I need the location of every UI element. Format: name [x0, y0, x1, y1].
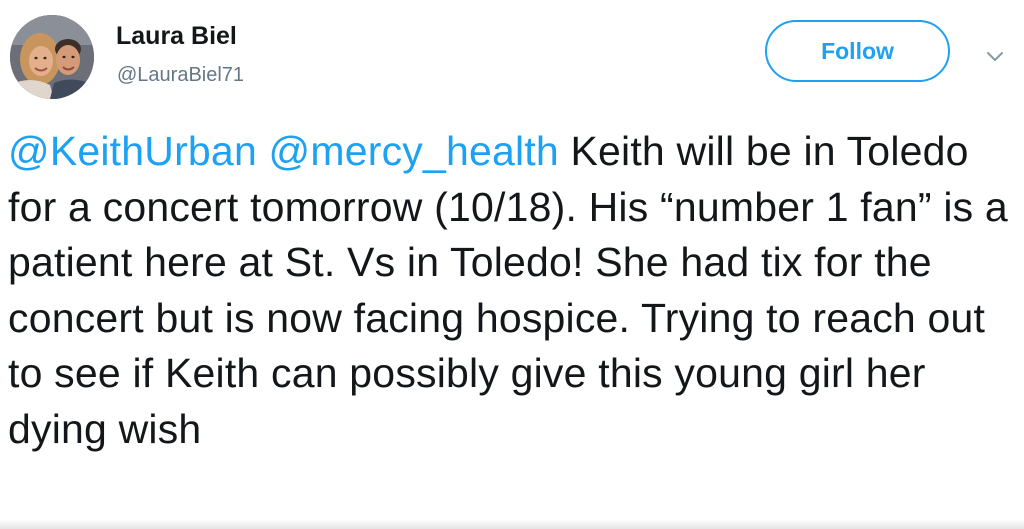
mention-link[interactable]: @KeithUrban — [8, 128, 257, 174]
tweet-card: Laura Biel @LauraBiel71 Follow @KeithUrb… — [0, 0, 1024, 529]
tweet-body: Keith will be in Toledo for a concert to… — [8, 128, 1008, 452]
mention-link[interactable]: @mercy_health — [269, 128, 559, 174]
tweet-text: @KeithUrban @mercy_health Keith will be … — [8, 124, 1008, 457]
author-name[interactable]: Laura Biel — [116, 22, 237, 51]
avatar[interactable] — [10, 15, 94, 99]
bottom-divider — [0, 519, 1024, 529]
author-handle[interactable]: @LauraBiel71 — [117, 64, 244, 87]
chevron-down-icon[interactable] — [984, 45, 1006, 67]
follow-button[interactable]: Follow — [765, 20, 950, 82]
avatar-photo — [10, 15, 94, 99]
